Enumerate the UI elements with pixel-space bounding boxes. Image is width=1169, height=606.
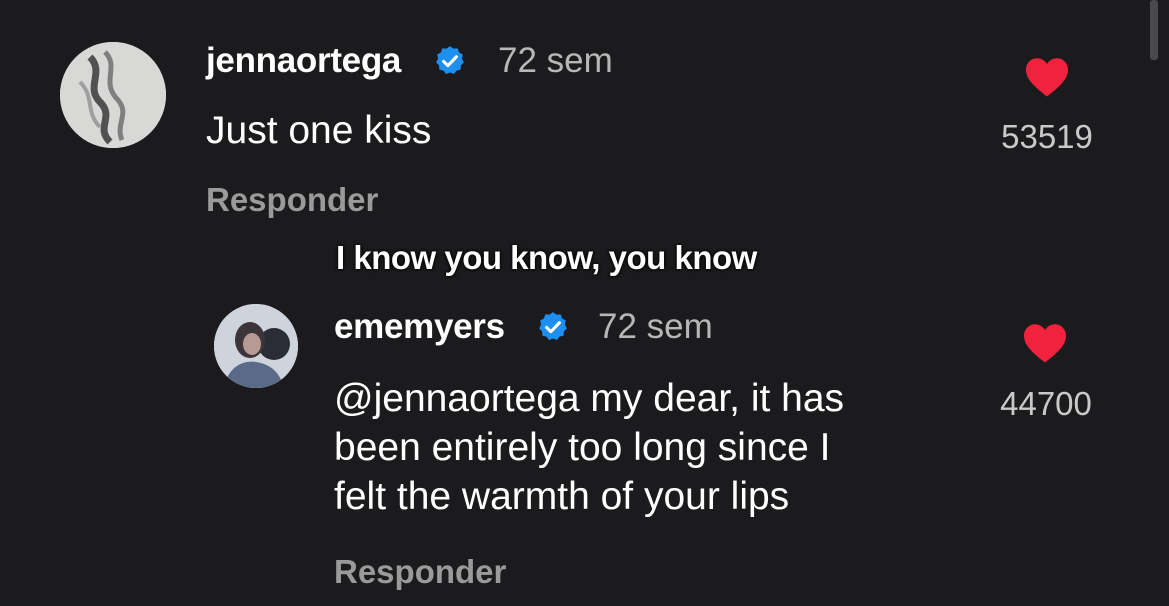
heart-icon[interactable] [1024,56,1070,98]
comment-username[interactable]: jennaortega [206,40,401,82]
reply-text-line: @jennaortega my dear, it has [334,377,845,420]
video-caption: I know you know, you know [336,239,757,276]
reply-username[interactable]: ememyers [334,306,505,348]
comment-time: 72 sem [498,41,613,80]
verified-badge-icon [536,310,570,344]
heart-icon[interactable] [1022,322,1068,364]
avatar-ememyers[interactable] [214,304,298,388]
avatar-jennaortega[interactable] [60,42,166,148]
like-count: 53519 [1001,118,1093,155]
like-count: 44700 [1000,385,1092,422]
reply-text-line: felt the warmth of your lips [334,475,790,518]
reply-text-line: been entirely too long since I [334,426,831,469]
reply-time: 72 sem [598,307,713,346]
verified-badge-icon [433,44,467,78]
reply-text: @jennaortega my dear, it has been entire… [334,374,954,521]
reply-button[interactable]: Responder [334,552,506,592]
scroll-indicator[interactable] [1150,0,1158,60]
reply-button[interactable]: Responder [206,180,378,220]
comment-text: Just one kiss [206,109,432,152]
